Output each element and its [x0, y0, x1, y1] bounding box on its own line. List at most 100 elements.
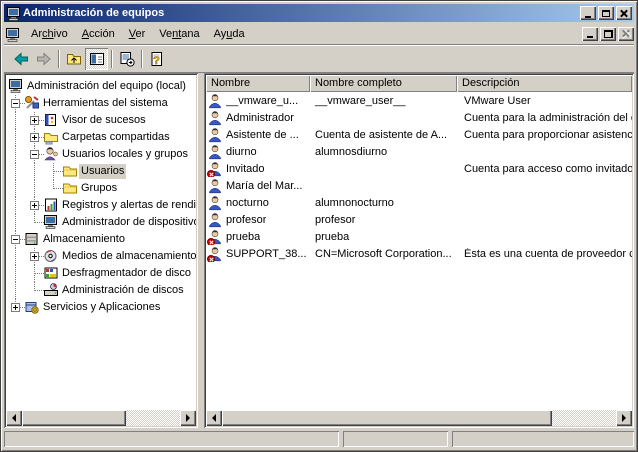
user-full-name: CN=Microsoft Corporation... — [310, 248, 457, 260]
menu-item-ver[interactable]: Ver — [122, 25, 153, 43]
scroll-right-button[interactable] — [616, 410, 632, 426]
user-icon — [208, 110, 224, 126]
up-one-level-button[interactable] — [62, 48, 85, 70]
tree-guide-line — [15, 129, 16, 146]
user-name: prueba — [226, 231, 260, 243]
tree-toggle-icon — [89, 51, 105, 67]
arrow-left-icon — [13, 51, 29, 67]
user-row-maria-del-mar[interactable]: María del Mar... — [206, 177, 632, 194]
tree-item-herramientas-del-sistema[interactable]: Herramientas del sistema — [6, 95, 196, 112]
triangle-left-icon — [208, 414, 216, 422]
tree-item-administrador-de-dispositivos[interactable]: Administrador de dispositivos — [6, 214, 196, 231]
mdi-close-icon-disabled — [622, 30, 630, 37]
expand-plus-box[interactable] — [11, 303, 20, 312]
collapse-minus-box[interactable] — [11, 99, 20, 108]
user-row-invitado[interactable]: InvitadoCuenta para acceso como invitado — [206, 160, 632, 177]
main-area: Administración del equipo (local)Herrami… — [4, 73, 634, 428]
title-bar[interactable]: Administración de equipos — [4, 4, 634, 22]
menu-item-archivo[interactable]: Archivo — [24, 25, 75, 43]
menu-item-accion[interactable]: Acción — [75, 25, 122, 43]
tree-item-administracion-de-discos[interactable]: Administración de discos — [6, 282, 196, 299]
maximize-button[interactable] — [598, 6, 614, 20]
tree-item-label: Grupos — [79, 181, 119, 196]
scrollbar-thumb[interactable] — [22, 410, 126, 426]
scroll-right-button[interactable] — [180, 410, 196, 426]
triangle-left-icon — [8, 414, 16, 422]
column-header-descripcion[interactable]: Descripción — [457, 75, 632, 92]
tree-guide-line — [15, 112, 16, 129]
collapse-minus-box[interactable] — [11, 235, 20, 244]
tree-item-label: Administración del equipo (local) — [25, 79, 188, 94]
user-name: __vmware_u... — [226, 95, 298, 107]
user-name: Administrador — [226, 112, 294, 124]
disk-management-icon — [43, 282, 59, 298]
expand-plus-box[interactable] — [30, 252, 39, 261]
toolbar: ? — [4, 46, 634, 73]
tree-item-desfragmentador-de-disco[interactable]: Desfragmentador de disco — [6, 265, 196, 282]
close-icon — [620, 10, 628, 17]
folder-icon — [62, 180, 78, 196]
user-name: Invitado — [226, 163, 265, 175]
mdi-close-button[interactable] — [618, 27, 634, 41]
back-button[interactable] — [9, 48, 32, 70]
user-row-administrador[interactable]: AdministradorCuenta para la administraci… — [206, 109, 632, 126]
list-horizontal-scrollbar[interactable] — [206, 410, 632, 426]
user-row-asistente-de[interactable]: Asistente de ...Cuenta de asistente de A… — [206, 126, 632, 143]
minimize-button[interactable] — [580, 6, 596, 20]
disabled-x-badge — [207, 255, 215, 262]
tree-item-almacenamiento[interactable]: Almacenamiento — [6, 231, 196, 248]
tree-item-servicios-y-aplicaciones[interactable]: Servicios y Aplicaciones — [6, 299, 196, 316]
menu-item-ventana[interactable]: Ventana — [152, 25, 206, 43]
tree-item-grupos[interactable]: Grupos — [6, 180, 196, 197]
mdi-minimize-button[interactable] — [582, 27, 598, 41]
user-row-nocturno[interactable]: nocturnoalumnonocturno — [206, 194, 632, 211]
computer-management-window: Administración de equipos ArchivoAcciónV… — [0, 0, 638, 452]
expand-plus-box[interactable] — [30, 116, 39, 125]
scrollbar-track[interactable] — [552, 410, 616, 426]
folder-icon — [62, 163, 78, 179]
mdi-restore-button[interactable] — [600, 27, 616, 41]
scrollbar-thumb[interactable] — [222, 410, 552, 426]
expand-plus-box[interactable] — [30, 201, 39, 210]
tree-item-medios-de-almacenamiento-e[interactable]: Medios de almacenamiento e — [6, 248, 196, 265]
event-viewer-icon — [43, 112, 59, 128]
export-list-button[interactable] — [115, 48, 138, 70]
scroll-left-button[interactable] — [6, 410, 22, 426]
tree-item-administracion-del-equipo-local[interactable]: Administración del equipo (local) — [6, 78, 196, 95]
user-row-prueba[interactable]: pruebaprueba — [206, 228, 632, 245]
collapse-minus-box[interactable] — [30, 150, 39, 159]
mdi-child-computer-icon[interactable] — [5, 27, 20, 41]
user-row-__vmware_u[interactable]: __vmware_u...__vmware_user__VMware User — [206, 92, 632, 109]
show-hide-tree-button[interactable] — [85, 48, 108, 70]
tree-item-usuarios-locales-y-grupos[interactable]: Usuarios locales y grupos — [6, 146, 196, 163]
help-button[interactable]: ? — [145, 48, 168, 70]
user-disabled-icon — [208, 161, 224, 177]
user-name: diurno — [226, 146, 257, 158]
expand-plus-box[interactable] — [30, 133, 39, 142]
tree-item-carpetas-compartidas[interactable]: Carpetas compartidas — [6, 129, 196, 146]
tree-guide-line — [15, 163, 16, 180]
tree-item-label: Usuarios locales y grupos — [60, 147, 190, 162]
user-row-diurno[interactable]: diurnoalumnosdiurno — [206, 143, 632, 160]
scrollbar-track[interactable] — [126, 410, 180, 426]
tree-item-label: Registros y alertas de rendim — [60, 198, 196, 213]
tree-guide-line — [15, 180, 16, 197]
forward-button[interactable] — [32, 48, 55, 70]
tree-item-visor-de-sucesos[interactable]: Visor de sucesos — [6, 112, 196, 129]
tree-item-registros-y-alertas-de-rendim[interactable]: Registros y alertas de rendim — [6, 197, 196, 214]
user-full-name: alumnonocturno — [310, 197, 457, 209]
tree-horizontal-scrollbar[interactable] — [6, 410, 196, 426]
scroll-left-button[interactable] — [206, 410, 222, 426]
user-icon — [208, 93, 224, 109]
user-row-profesor[interactable]: profesorprofesor — [206, 211, 632, 228]
user-icon — [208, 212, 224, 228]
export-list-icon — [119, 51, 135, 67]
column-header-nombre-completo[interactable]: Nombre completo — [310, 75, 457, 92]
tree-item-label: Administrador de dispositivos — [60, 215, 196, 230]
column-header-nombre[interactable]: Nombre — [206, 75, 310, 92]
menu-item-ayuda[interactable]: Ayuda — [207, 25, 252, 43]
tree-item-usuarios[interactable]: Usuarios — [6, 163, 196, 180]
user-row-support_38[interactable]: SUPPORT_38...CN=Microsoft Corporation...… — [206, 245, 632, 262]
list-header: NombreNombre completoDescripción — [206, 75, 632, 92]
close-button[interactable] — [616, 6, 632, 20]
